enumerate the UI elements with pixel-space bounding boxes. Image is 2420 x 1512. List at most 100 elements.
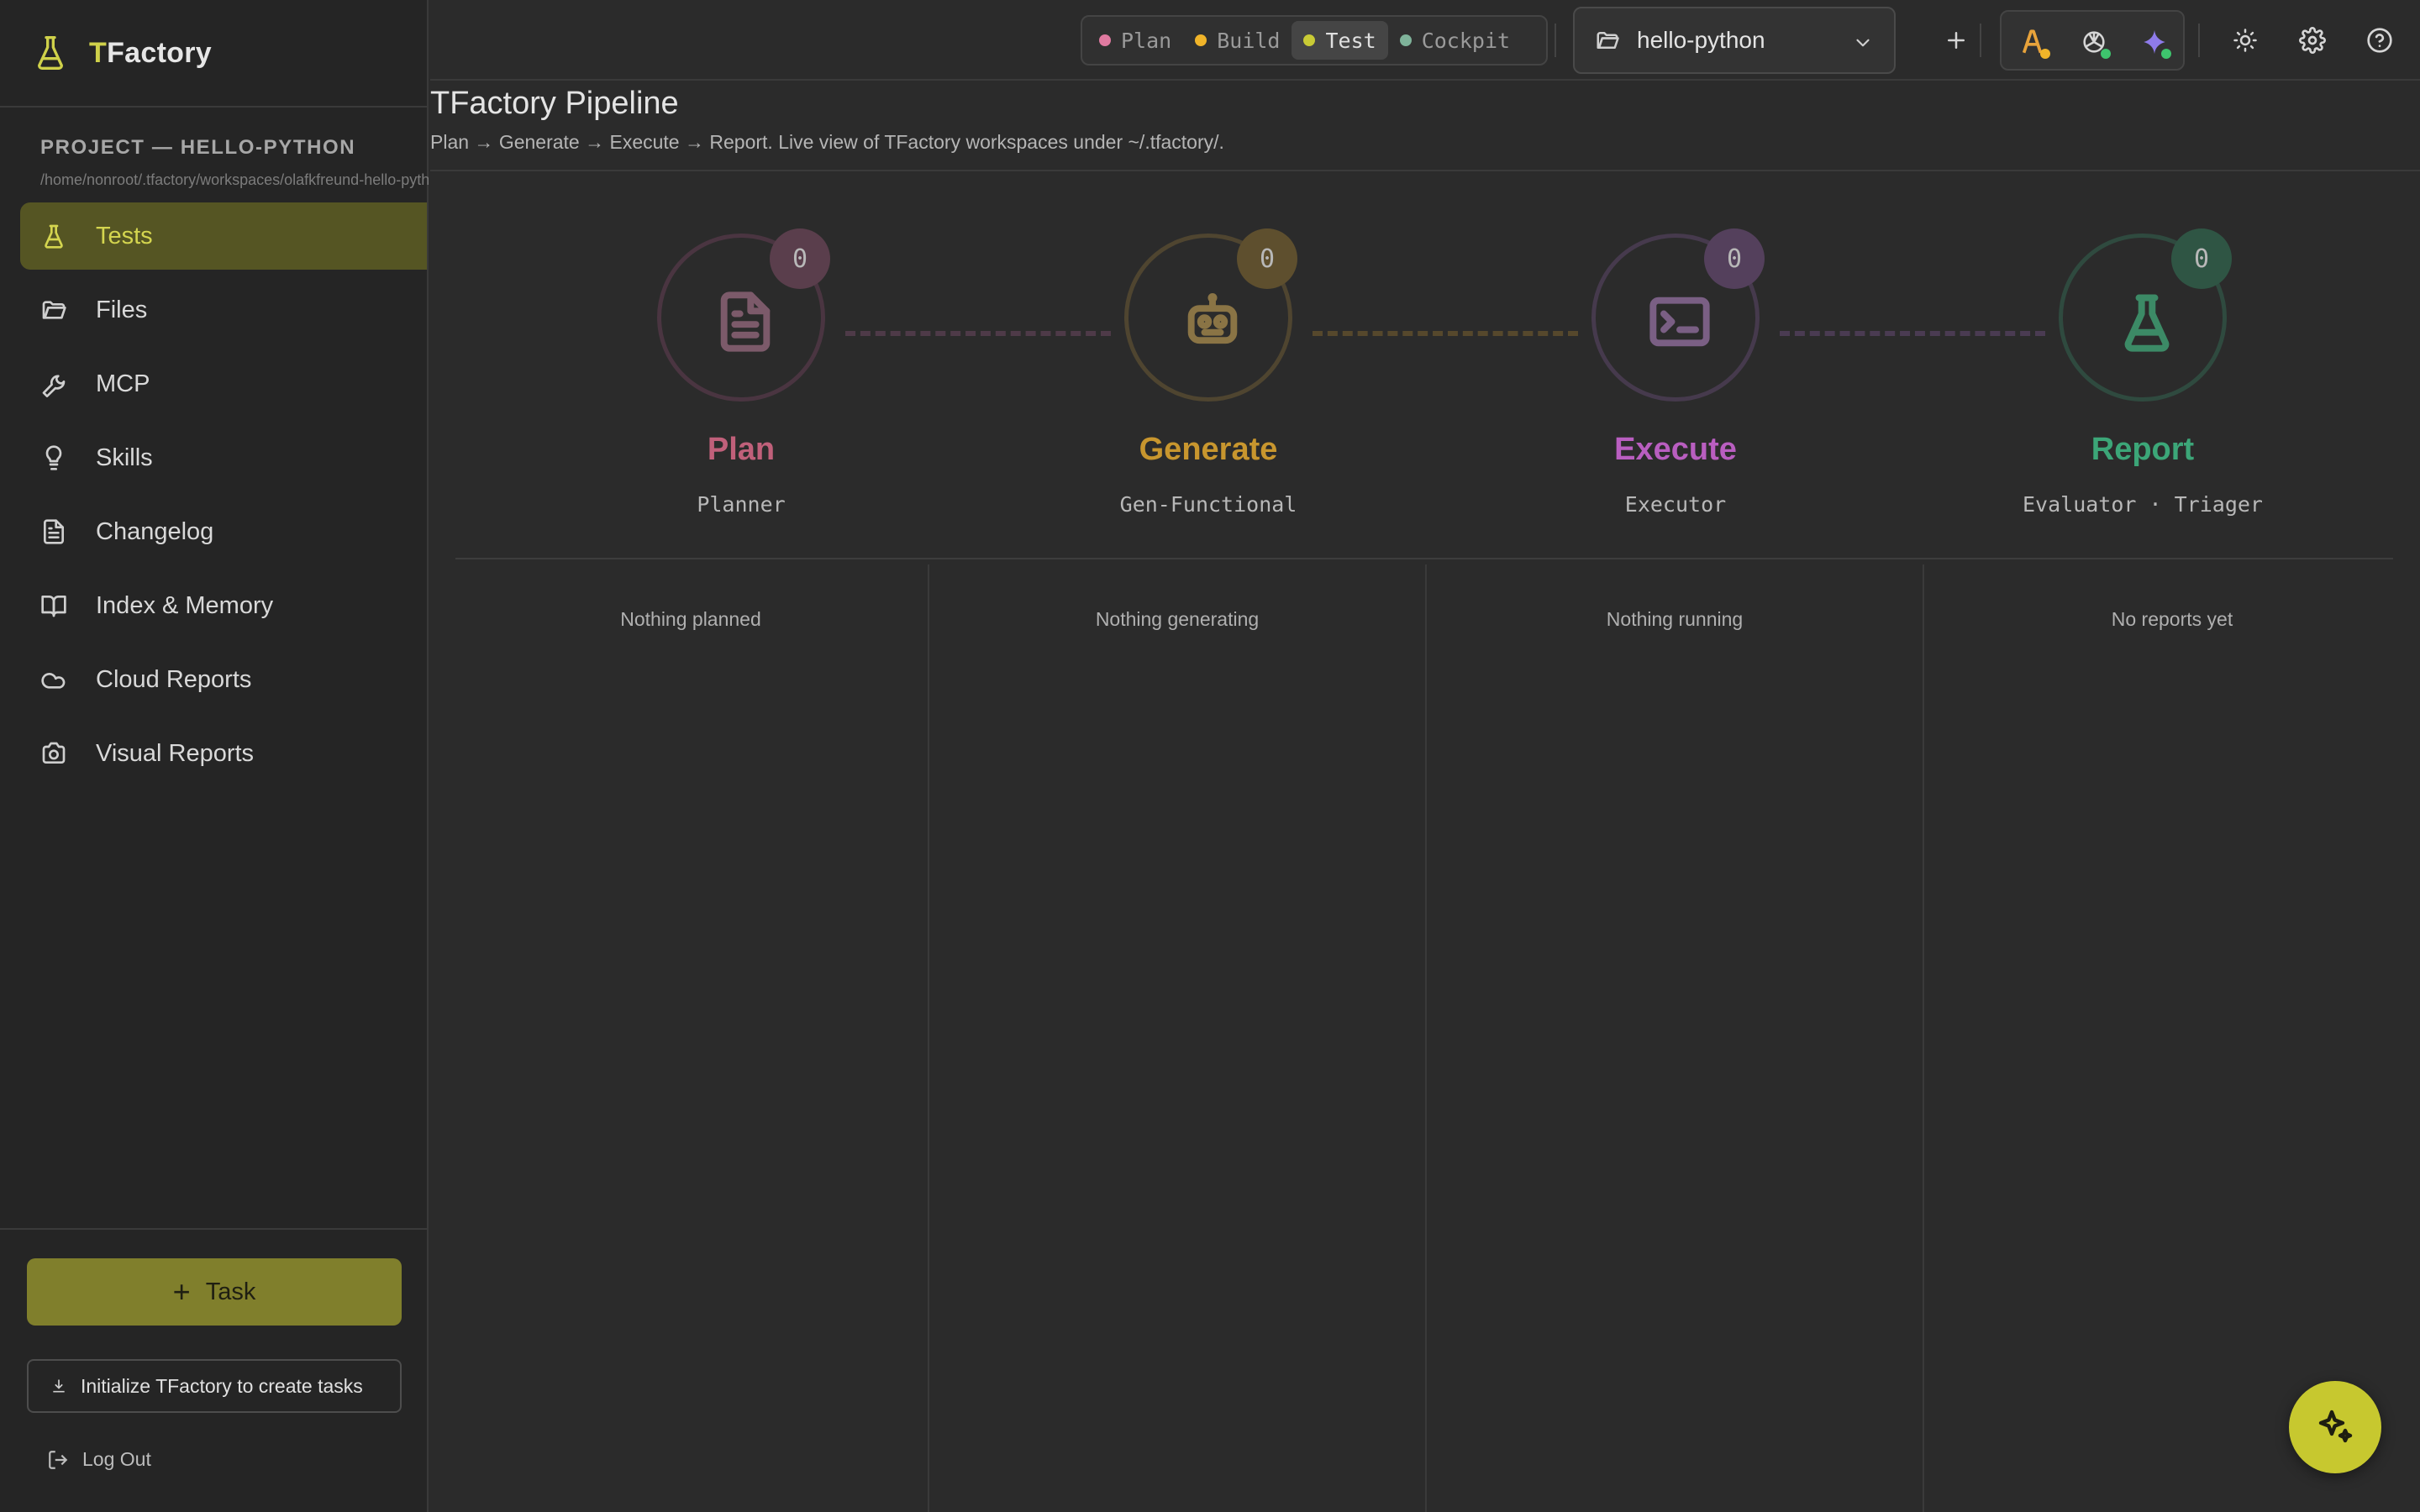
status-dot	[2040, 49, 2050, 59]
ai-provider-group	[2000, 10, 2185, 71]
status-dot	[1195, 34, 1207, 46]
sidebar-item-label: Index & Memory	[96, 591, 274, 619]
camera-icon	[42, 742, 66, 764]
sidebar-item-visual-reports[interactable]: Visual Reports	[20, 720, 427, 787]
divider	[2198, 24, 2200, 57]
sidebar-item-index-memory[interactable]: Index & Memory	[20, 572, 427, 639]
flask-icon	[2124, 294, 2170, 352]
divider	[430, 170, 2420, 171]
book-icon	[41, 596, 66, 617]
sidebar-item-label: MCP	[96, 370, 150, 397]
anthropic-provider-button[interactable]	[2013, 22, 2054, 62]
ai-assistant-button[interactable]	[2289, 1381, 2381, 1473]
chevron-down-icon	[1856, 39, 1870, 47]
page-subtitle: Plan → Generate → Execute → Report. Live…	[430, 131, 1224, 153]
sidebar-item-label: Cloud Reports	[96, 665, 252, 693]
sidebar-item-changelog[interactable]: Changelog	[20, 498, 427, 565]
mode-plan[interactable]: Plan	[1087, 21, 1183, 60]
empty-state-generate: Nothing generating	[1095, 608, 1260, 630]
divider	[1923, 564, 1924, 1512]
sparkles-icon	[2318, 1410, 2353, 1443]
top-bar: Plan Build Test Cockpit hello-python	[430, 0, 2420, 81]
sidebar-item-cloud-reports[interactable]: Cloud Reports	[20, 646, 427, 713]
mode-test[interactable]: Test	[1292, 21, 1388, 60]
flask-icon	[38, 35, 64, 70]
stage-name: Generate	[1139, 432, 1278, 467]
brand[interactable]: TFactory	[0, 0, 427, 108]
logout-button[interactable]: Log Out	[47, 1448, 151, 1471]
sidebar-item-files[interactable]: Files	[20, 276, 427, 344]
stage-generate[interactable]: 0 Generate Gen-Functional	[1023, 228, 1393, 536]
help-button[interactable]	[2360, 20, 2400, 60]
sun-icon	[2233, 29, 2257, 52]
settings-button[interactable]	[2292, 20, 2333, 60]
sidebar-item-skills[interactable]: Skills	[20, 424, 427, 491]
sidebar-item-label: Skills	[96, 444, 153, 471]
status-dot	[1399, 34, 1412, 46]
openai-provider-button[interactable]	[2074, 22, 2114, 62]
empty-state-plan: Nothing planned	[620, 608, 761, 630]
folder-icon	[42, 301, 66, 319]
stage-count-badge: 0	[1237, 228, 1297, 289]
add-task-button[interactable]: + Task	[27, 1258, 402, 1326]
add-project-button[interactable]	[1936, 20, 1976, 60]
sidebar-nav: Tests Files MCP Skills Changelog Index &…	[0, 202, 427, 787]
help-icon	[2367, 28, 2392, 53]
project-select[interactable]: hello-python	[1573, 7, 1896, 74]
sidebar-item-label: Visual Reports	[96, 739, 255, 767]
status-dot	[1099, 34, 1111, 46]
stage-execute[interactable]: 0 Execute Executor	[1491, 228, 1860, 536]
stage-role: Gen-Functional	[1119, 492, 1297, 517]
document-icon	[44, 519, 64, 544]
logout-icon	[49, 1450, 68, 1469]
stage-role: Executor	[1624, 492, 1727, 517]
stage-plan[interactable]: 0 Plan Planner	[556, 228, 926, 536]
divider	[1555, 24, 1556, 57]
sidebar: TFactory PROJECT — HELLO-PYTHON /home/no…	[0, 0, 429, 1512]
stage-count-badge: 0	[770, 228, 830, 289]
project-select-value: hello-python	[1637, 27, 1765, 53]
stage-count-badge: 0	[2171, 228, 2232, 289]
wrench-icon	[42, 375, 66, 397]
project-path: /home/nonroot/.tfactory/workspaces/olafk…	[40, 171, 429, 188]
empty-state-report: No reports yet	[2111, 608, 2233, 630]
sidebar-footer: + Task Initialize TFactory to create tas…	[0, 1228, 427, 1512]
gear-icon	[2299, 27, 2326, 54]
stage-count-badge: 0	[1704, 228, 1765, 289]
app-name: TFactory	[89, 36, 212, 69]
divider	[455, 558, 2393, 559]
sidebar-item-mcp[interactable]: MCP	[20, 350, 427, 417]
divider	[1980, 24, 1981, 57]
gemini-provider-button[interactable]	[2134, 22, 2175, 62]
download-icon	[53, 1379, 65, 1393]
mode-build[interactable]: Build	[1183, 21, 1292, 60]
sidebar-item-label: Files	[96, 296, 148, 323]
sidebar-item-tests[interactable]: Tests	[20, 202, 427, 270]
mode-switcher: Plan Build Test Cockpit	[1081, 15, 1548, 66]
status-dot	[2101, 49, 2111, 59]
plus-icon: +	[172, 1274, 191, 1309]
empty-state-execute: Nothing running	[1606, 608, 1744, 630]
status-dot	[2161, 49, 2171, 59]
robot-icon	[1187, 292, 1238, 344]
cloud-icon	[41, 673, 66, 689]
theme-toggle-button[interactable]	[2225, 20, 2265, 60]
plus-icon	[1948, 32, 1965, 49]
project-title: PROJECT — HELLO-PYTHON	[40, 136, 356, 159]
mode-cockpit[interactable]: Cockpit	[1388, 21, 1522, 60]
stage-role: Evaluator · Triager	[2023, 492, 2263, 517]
status-dot	[1303, 34, 1316, 46]
stage-name: Plan	[707, 432, 776, 467]
stage-role: Planner	[697, 492, 786, 517]
stage-report[interactable]: 0 Report Evaluator · Triager	[1958, 228, 2328, 536]
divider	[928, 564, 929, 1512]
main-content: TFactory Pipeline Plan → Generate → Exec…	[430, 82, 2420, 1512]
page-title: TFactory Pipeline	[430, 86, 679, 121]
sidebar-item-label: Changelog	[96, 517, 214, 545]
sidebar-item-label: Tests	[96, 222, 153, 249]
document-icon	[720, 291, 771, 352]
initialize-tfactory-button[interactable]: Initialize TFactory to create tasks	[27, 1359, 402, 1413]
stage-name: Execute	[1614, 432, 1737, 467]
divider	[1425, 564, 1427, 1512]
terminal-icon	[1649, 297, 1710, 347]
